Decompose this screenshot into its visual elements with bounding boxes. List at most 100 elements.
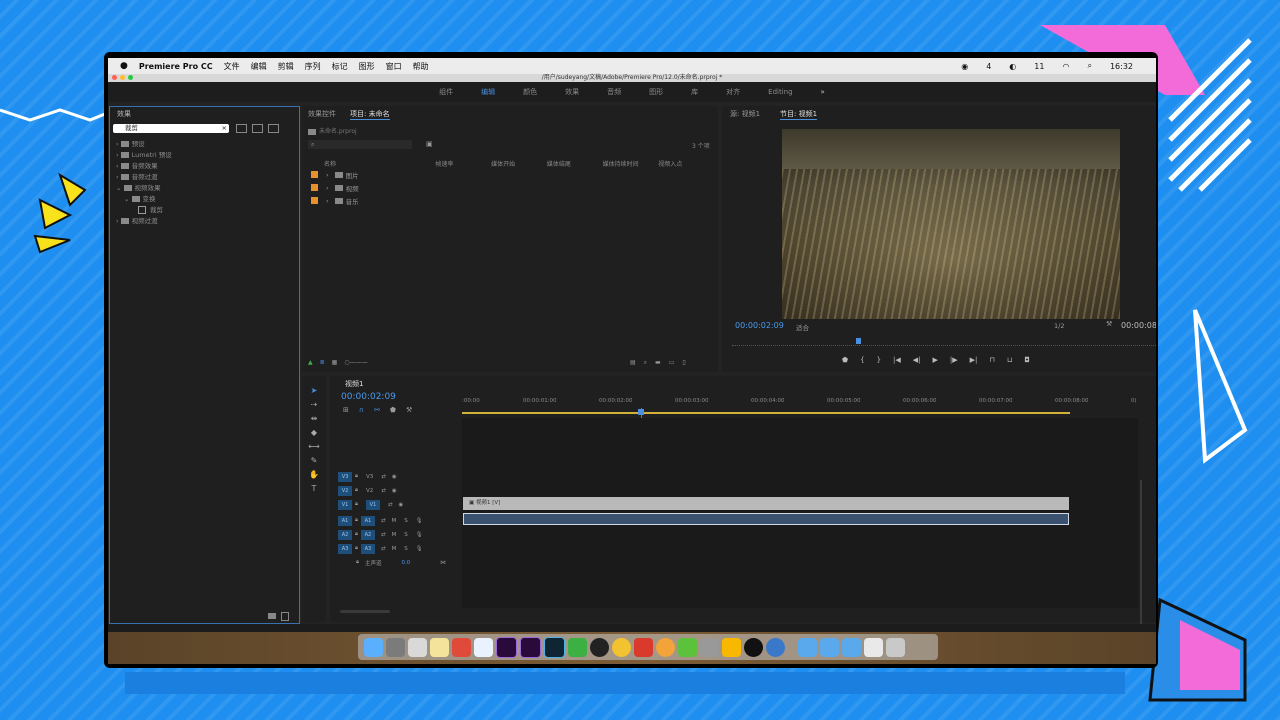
status-count-b[interactable]: 11 [1034,62,1044,71]
notes-icon[interactable] [430,637,449,657]
app-icon-color[interactable] [656,637,675,657]
menu-sequence[interactable]: 序列 [305,61,321,72]
program-timecode[interactable]: 00:00:02:09 [735,321,784,330]
step-forward-icon[interactable]: |▶ [950,356,958,364]
app-icon-dark[interactable] [744,637,763,657]
zoom-icon[interactable] [128,75,133,80]
delete-icon[interactable] [281,612,289,621]
sync-lock-icon[interactable]: ⇄ [381,518,386,524]
source-patch-v3[interactable]: V3 [338,471,352,482]
folder-icon[interactable] [798,637,817,657]
infuse-icon[interactable] [722,637,741,657]
step-back-icon[interactable]: ◀| [913,356,921,364]
menu-file[interactable]: 文件 [224,61,240,72]
source-patch-a1[interactable]: A1 [338,515,352,526]
tree-item[interactable]: ⌄ 视频效果 [116,183,172,194]
master-volume-value[interactable]: 0.0 [401,560,410,566]
master-expand-icon[interactable]: ⋈ [440,560,446,566]
new-bin-icon[interactable]: ▬ [655,359,661,367]
source-patch-v1[interactable]: V1 [338,499,352,510]
mute-button[interactable]: M [392,532,397,538]
track-label-v1[interactable]: V1 [365,499,380,510]
chrome-icon[interactable] [612,637,631,657]
track-label-v3[interactable]: V3 [366,474,373,480]
lightroom-icon[interactable] [544,636,565,658]
track-label-a3[interactable]: A3 [360,543,375,554]
tree-item[interactable]: ⌄ 变换 [116,194,172,205]
workspace-more-button[interactable]: » [821,88,825,96]
wechat-icon[interactable]: ◐ [1009,62,1016,71]
work-area-bar[interactable] [462,412,1070,414]
export-frame-icon[interactable]: ◘ [1024,356,1030,364]
lock-track-icon[interactable]: 🔒︎ [355,531,358,538]
tree-item[interactable]: › 视频过渡 [116,216,172,227]
track-label-a1[interactable]: A1 [360,515,375,526]
premiere-pro-icon-2[interactable] [520,636,541,658]
accelerated-effects-icon[interactable] [236,124,247,133]
solo-button[interactable]: S [404,532,408,538]
mark-in-icon[interactable]: { [860,356,864,364]
source-patch-a3[interactable]: A3 [338,543,352,554]
list-item[interactable]: › 图片 [306,168,359,181]
solo-button[interactable]: S [404,546,408,552]
col-media-start[interactable]: 媒体开始 [491,159,547,168]
mark-out-icon[interactable]: } [877,356,881,364]
menu-graphics[interactable]: 图形 [359,61,375,72]
record-icon[interactable]: ◉ [961,62,968,71]
effects-search-input[interactable]: 裁剪 × [113,124,229,133]
app-icon-green[interactable] [568,637,587,657]
lock-track-icon[interactable]: 🔒︎ [355,487,358,494]
solo-button[interactable]: S [404,518,408,524]
app-icon-red-2[interactable] [634,637,653,657]
source-patch-v2[interactable]: V2 [338,485,352,496]
lock-track-icon[interactable]: 🔒︎ [355,473,358,480]
program-scrubber[interactable] [732,338,1156,346]
col-media-duration[interactable]: 媒体持续时间 [603,159,659,168]
nest-icon[interactable]: ⊞ [343,406,349,414]
automate-icon[interactable]: ▤ [630,359,636,367]
menu-help[interactable]: 帮助 [413,61,429,72]
tree-item[interactable]: › 预设 [116,139,172,150]
system-preferences-icon[interactable] [386,637,405,657]
zoom-slider[interactable]: ○——— [344,359,367,366]
app-name[interactable]: Premiere Pro CC [139,62,213,71]
voiceover-mic-icon[interactable]: 🎙︎ [416,532,423,538]
status-count-a[interactable]: 4 [986,62,991,71]
premiere-pro-icon[interactable] [496,636,517,658]
close-icon[interactable] [112,75,117,80]
sync-lock-icon[interactable]: ⇄ [381,488,386,494]
baidu-netdisk-icon[interactable] [474,637,493,657]
project-search-input[interactable]: ⌕ [308,140,412,149]
sync-lock-icon[interactable]: ⇄ [381,546,386,552]
workspace-align[interactable]: 对齐 [726,87,740,97]
tree-item-selected[interactable]: 裁剪 [116,205,172,216]
audio-clip[interactable] [463,513,1069,525]
type-tool-icon[interactable]: T [312,484,317,493]
tree-item[interactable]: › Lumetri 预设 [116,150,172,161]
selection-tool-icon[interactable]: ➤ [311,386,318,395]
go-to-in-icon[interactable]: |◀ [893,356,901,364]
workspace-effects[interactable]: 效果 [565,87,579,97]
32bit-effects-icon[interactable] [252,124,263,133]
sync-lock-icon[interactable]: ⇄ [381,532,386,538]
go-to-out-icon[interactable]: ▶| [970,356,978,364]
search-icon[interactable]: ⌕ [1087,61,1091,71]
ripple-edit-tool-icon[interactable]: ⇹ [311,414,318,423]
fit-dropdown[interactable]: 适合 [796,322,809,332]
folder-icon-3[interactable] [842,637,861,657]
slip-tool-icon[interactable]: ⟷ [308,442,319,451]
new-search-bin-icon[interactable]: ▣ [426,140,433,148]
new-item-icon[interactable]: ▭ [669,359,675,367]
trash-icon[interactable] [886,637,905,657]
menu-window[interactable]: 窗口 [386,61,402,72]
razor-tool-icon[interactable]: ◆ [311,428,317,437]
clear-search-icon[interactable]: × [222,124,227,133]
timeline-timecode[interactable]: 00:00:02:09 [341,392,396,402]
voiceover-mic-icon[interactable]: 🎙︎ [416,546,423,552]
icon-view-icon[interactable]: ▦ [332,359,338,366]
workspace-color[interactable]: 颜色 [523,87,537,97]
playhead-handle[interactable] [638,409,644,415]
minimize-icon[interactable] [120,75,125,80]
launchpad-icon[interactable] [408,637,427,657]
list-item[interactable]: › 视频 [306,181,359,194]
